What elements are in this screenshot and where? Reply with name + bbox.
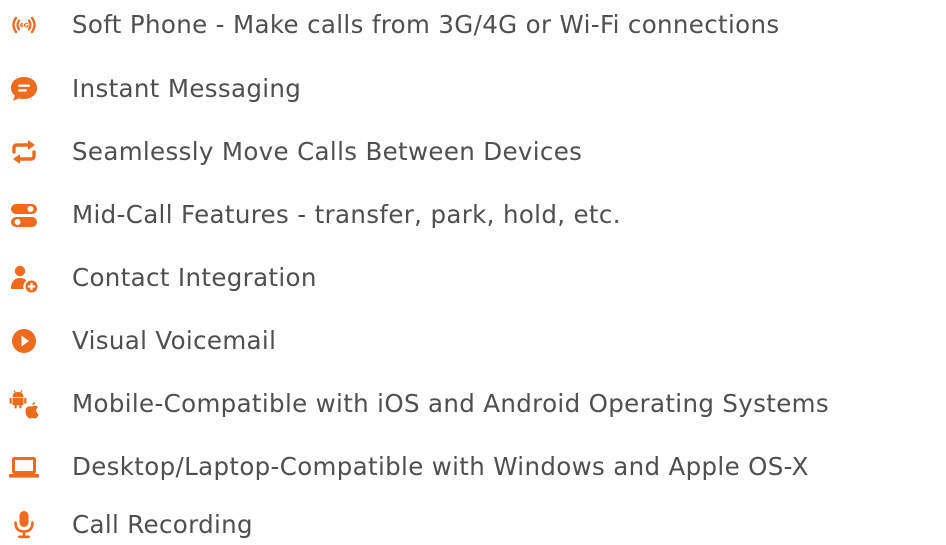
feature-label: Soft Phone - Make calls from 3G/4G or Wi… xyxy=(72,10,780,39)
signal-4g-icon: 4G xyxy=(8,9,40,41)
feature-label: Instant Messaging xyxy=(72,74,302,103)
feature-item-desktop-compatible: Desktop/Laptop-Compatible with Windows a… xyxy=(0,447,946,487)
feature-list: 4G Soft Phone - Make calls from 3G/4G or… xyxy=(0,0,946,544)
feature-label: Visual Voicemail xyxy=(72,326,277,355)
chat-bubble-icon xyxy=(8,73,40,105)
laptop-icon xyxy=(8,451,40,483)
feature-item-soft-phone: 4G Soft Phone - Make calls from 3G/4G or… xyxy=(0,5,946,45)
feature-item-instant-messaging: Instant Messaging xyxy=(0,69,946,109)
feature-label: Mobile-Compatible with iOS and Android O… xyxy=(72,389,829,418)
feature-item-contact-integration: Contact Integration xyxy=(0,258,946,298)
feature-label: Call Recording xyxy=(72,510,253,539)
swap-arrows-icon xyxy=(8,136,40,168)
feature-item-mobile-compatible: Mobile-Compatible with iOS and Android O… xyxy=(0,384,946,424)
play-circle-icon xyxy=(8,325,40,357)
feature-item-call-recording: Call Recording xyxy=(0,505,946,545)
feature-label: Mid-Call Features - transfer, park, hold… xyxy=(72,200,621,229)
add-contact-icon xyxy=(8,262,40,294)
svg-text:4G: 4G xyxy=(19,22,29,30)
feature-label: Seamlessly Move Calls Between Devices xyxy=(72,137,583,166)
feature-item-mid-call: Mid-Call Features - transfer, park, hold… xyxy=(0,195,946,235)
feature-label: Desktop/Laptop-Compatible with Windows a… xyxy=(72,452,809,481)
feature-label: Contact Integration xyxy=(72,263,317,292)
android-apple-icon xyxy=(8,388,40,420)
microphone-icon xyxy=(8,509,40,541)
feature-item-visual-voicemail: Visual Voicemail xyxy=(0,321,946,361)
feature-item-move-calls: Seamlessly Move Calls Between Devices xyxy=(0,132,946,172)
toggle-switches-icon xyxy=(8,199,40,231)
